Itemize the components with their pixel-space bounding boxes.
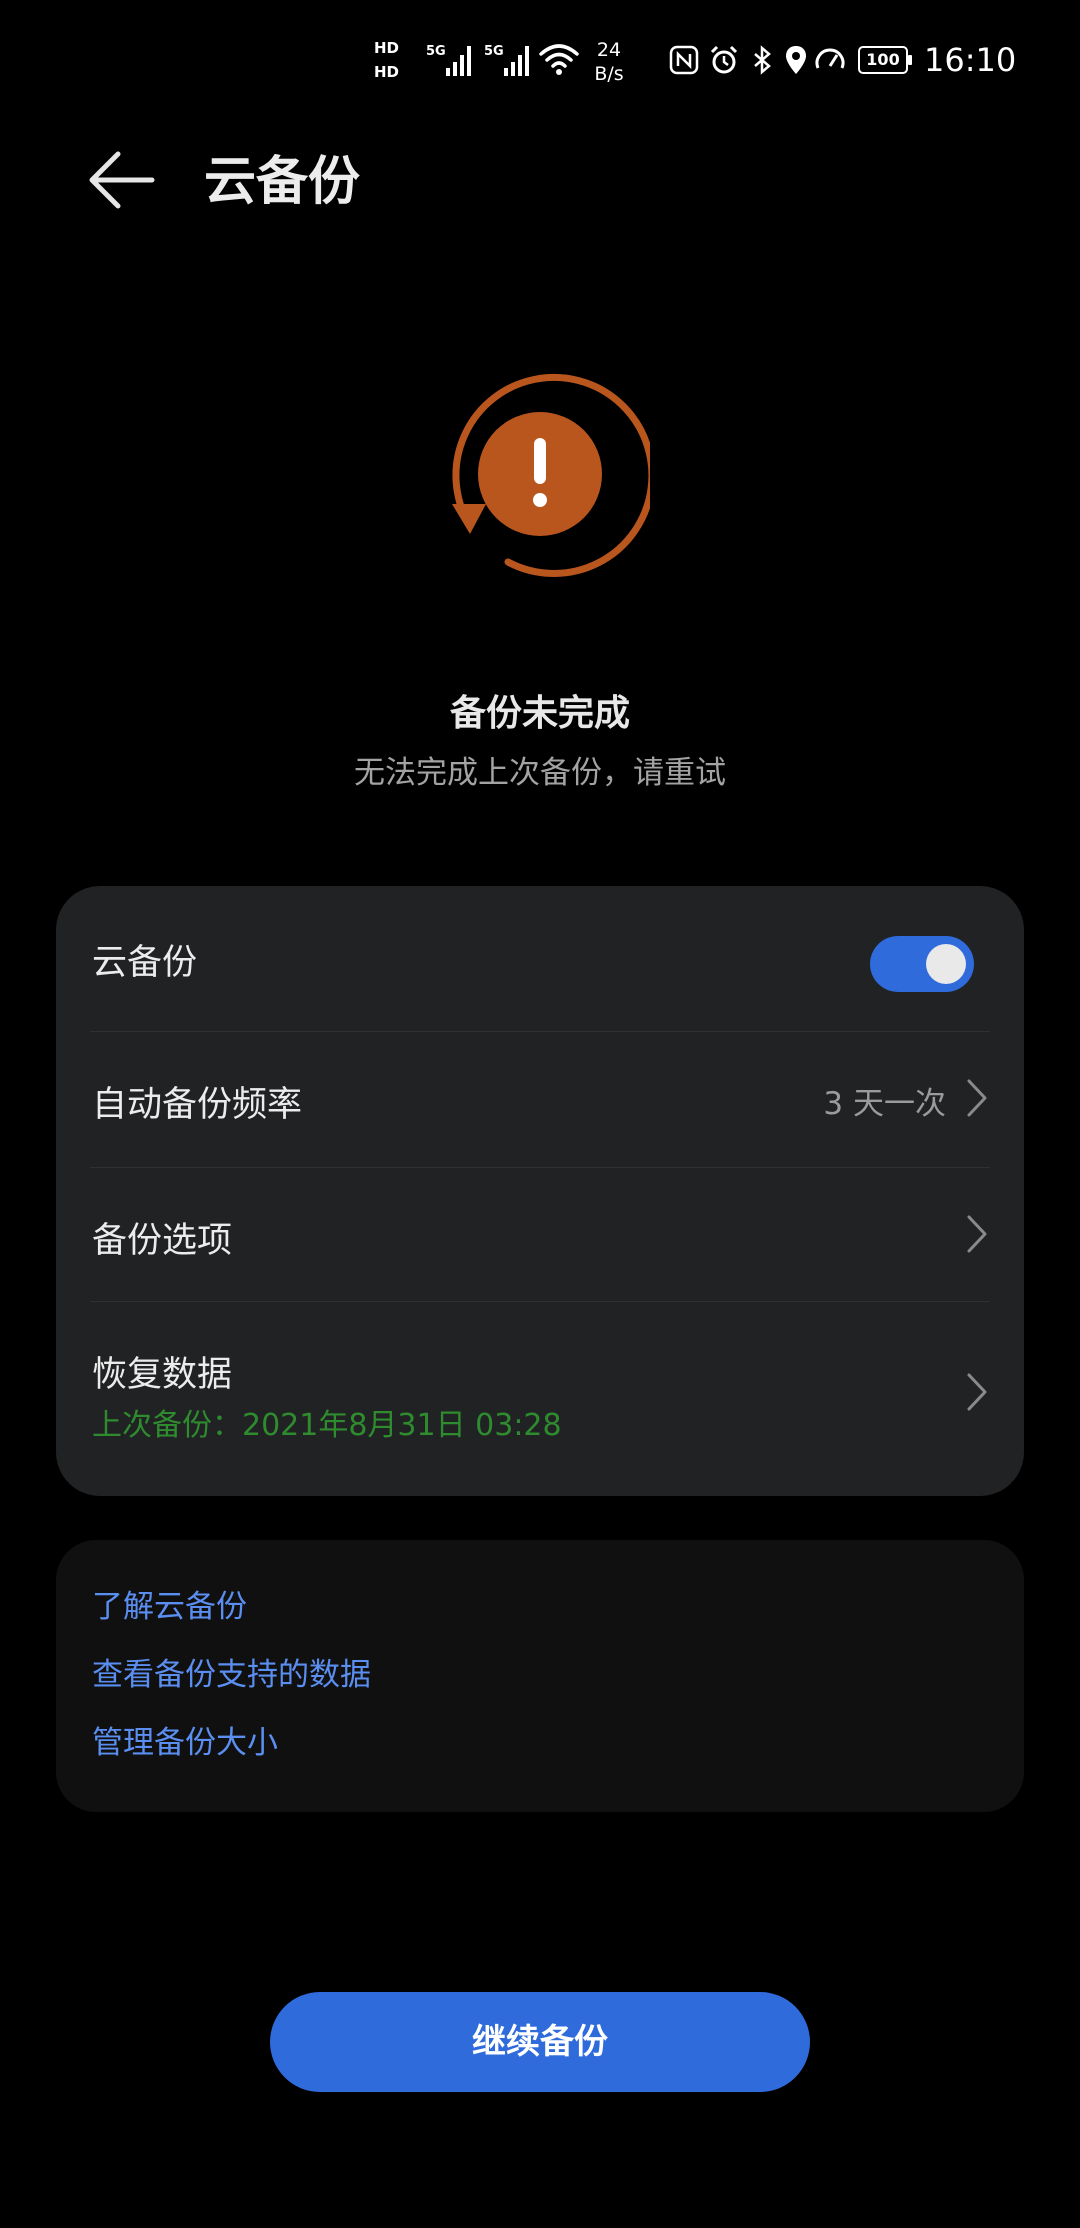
learn-cloud-backup-link[interactable]: 了解云备份 <box>92 1584 247 1630</box>
cloud-backup-row: 云备份 <box>56 886 1024 1032</box>
cloud-backup-toggle[interactable] <box>870 936 974 992</box>
wifi-icon <box>538 40 580 80</box>
backup-options-row[interactable]: 备份选项 <box>56 1168 1024 1302</box>
manage-size-link[interactable]: 管理备份大小 <box>92 1720 278 1766</box>
location-icon <box>780 44 812 76</box>
backup-options-label: 备份选项 <box>92 1221 233 1261</box>
back-arrow-icon <box>89 151 155 209</box>
last-backup-text: 上次备份：2021年8月31日 03:28 <box>92 1408 562 1443</box>
battery-icon: 100 <box>858 46 912 74</box>
chevron-right-icon <box>967 1079 987 1117</box>
settings-card: 云备份 自动备份频率 3 天一次 备份选项 恢复数据 上次备份：2021年8月3… <box>56 886 1024 1496</box>
net-speed-value: 24 <box>596 39 622 61</box>
gauge-icon <box>814 44 846 76</box>
supported-data-link[interactable]: 查看备份支持的数据 <box>92 1652 371 1698</box>
restore-data-label: 恢复数据 <box>92 1355 233 1395</box>
bluetooth-icon <box>746 44 778 76</box>
frequency-label: 自动备份频率 <box>92 1085 303 1125</box>
links-card: 了解云备份 查看备份支持的数据 管理备份大小 <box>56 1540 1024 1812</box>
hd-indicator: HD HD <box>374 36 418 88</box>
net-type-2: 5G <box>484 44 504 59</box>
hd2-label: HD <box>374 63 400 81</box>
restore-data-row[interactable]: 恢复数据 上次备份：2021年8月31日 03:28 <box>56 1302 1024 1496</box>
clock: 16:10 <box>924 41 1017 79</box>
alarm-icon <box>708 44 740 76</box>
signal-2-icon: 5G <box>484 40 534 80</box>
signal-1-icon: 5G <box>426 40 476 80</box>
frequency-row[interactable]: 自动备份频率 3 天一次 <box>56 1032 1024 1168</box>
hd1-label: HD <box>374 39 400 57</box>
battery-tip <box>908 55 912 65</box>
cloud-backup-label: 云备份 <box>92 943 198 983</box>
net-speed: 24 B/s <box>582 38 636 86</box>
continue-backup-button[interactable]: 继续备份 <box>270 1992 810 2092</box>
battery-level: 100 <box>858 46 908 74</box>
chevron-right-icon <box>967 1215 987 1253</box>
chevron-right-icon <box>967 1373 987 1411</box>
net-type-1: 5G <box>426 44 446 59</box>
back-button[interactable] <box>80 140 168 228</box>
status-subtitle: 无法完成上次备份，请重试 <box>354 755 726 791</box>
sync-error-icon <box>430 366 656 586</box>
status-title: 备份未完成 <box>449 693 630 734</box>
page-title: 云备份 <box>204 152 361 212</box>
toggle-knob <box>926 944 966 984</box>
frequency-value: 3 天一次 <box>823 1086 946 1122</box>
status-bar: HD HD 5G 5G 24 B/s 100 16:10 <box>0 0 1080 124</box>
nfc-icon <box>668 44 700 76</box>
net-speed-unit: B/s <box>594 63 624 85</box>
